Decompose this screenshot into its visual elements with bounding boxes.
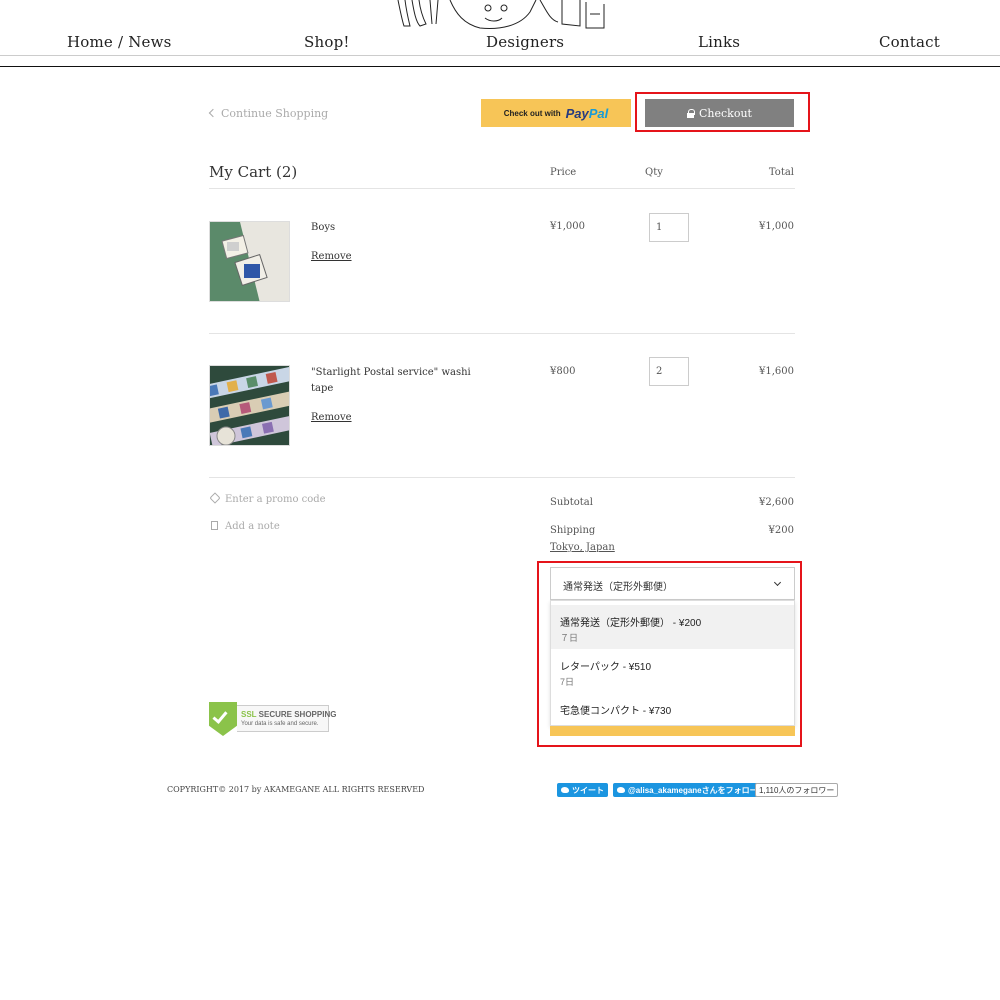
ssl-subtitle: Your data is safe and secure. [241,721,319,727]
nav-links[interactable]: Links [698,33,740,51]
item-total: ¥1,600 [759,366,794,377]
column-qty: Qty [645,167,663,178]
promo-code-label: Enter a promo code [225,494,326,505]
follow-label: @alisa_akameganeさんをフォロー [628,785,758,795]
note-icon [211,521,218,530]
item-name[interactable]: Boys [311,220,476,236]
check-icon [212,708,228,724]
tag-icon [209,492,221,504]
cart-title: My Cart (2) [209,163,298,181]
highlight-box-shipping [537,561,802,747]
nav-designers[interactable]: Designers [486,33,564,51]
paypal-checkout-button[interactable]: Check out with PayPal [481,99,631,127]
main-nav: Home / News Shop! Designers Links Contac… [0,33,1000,55]
item-name[interactable]: "Starlight Postal service" washi tape [311,365,476,397]
paypal-logo: PayPal [565,105,609,121]
remove-link[interactable]: Remove [311,412,352,423]
highlight-box-checkout [635,92,810,132]
add-note-label: Add a note [225,521,280,532]
nav-contact[interactable]: Contact [879,33,940,51]
divider [209,333,795,334]
product-image-boys[interactable] [209,221,290,302]
twitter-bird-icon [561,787,569,793]
follower-count[interactable]: 1,110人のフォロワー [755,783,839,797]
chevron-left-icon [208,108,218,118]
divider [209,188,795,189]
tweet-label: ツイート [572,785,604,795]
add-note-link[interactable]: Add a note [211,520,280,532]
continue-shopping-link[interactable]: Continue Shopping [208,107,329,120]
shipping-location-link[interactable]: Tokyo, Japan [550,542,615,553]
shipping-label: Shipping [550,525,596,536]
quantity-input[interactable] [649,357,689,386]
nav-home-news[interactable]: Home / News [67,33,172,51]
follow-button[interactable]: @alisa_akameganeさんをフォロー [613,783,762,797]
tweet-button[interactable]: ツイート [557,783,608,797]
subtotal-label: Subtotal [550,497,593,508]
shield-icon [209,702,237,736]
twitter-bird-icon [617,787,625,793]
column-total: Total [768,167,794,178]
ssl-badge: SSL SECURE SHOPPING Your data is safe an… [209,702,336,736]
logo-illustration[interactable] [390,0,610,32]
header-divider [0,66,1000,67]
ssl-title: SECURE SHOPPING [258,710,337,719]
divider [209,477,795,478]
nav-divider [0,55,1000,56]
item-total: ¥1,000 [759,221,794,232]
ssl-label: SSL [241,710,257,719]
shipping-value: ¥200 [768,525,794,536]
column-price: Price [550,167,577,178]
item-price: ¥1,000 [550,221,585,232]
nav-shop[interactable]: Shop! [304,33,350,51]
subtotal-value: ¥2,600 [759,497,794,508]
continue-shopping-label: Continue Shopping [221,107,329,120]
copyright-text: COPYRIGHT© 2017 by AKAMEGANE ALL RIGHTS … [167,785,425,794]
remove-link[interactable]: Remove [311,251,352,262]
paypal-prefix: Check out with [503,108,561,118]
quantity-input[interactable] [649,213,689,242]
item-price: ¥800 [550,366,576,377]
product-image-washi-tape[interactable] [209,365,290,446]
promo-code-link[interactable]: Enter a promo code [209,492,326,505]
